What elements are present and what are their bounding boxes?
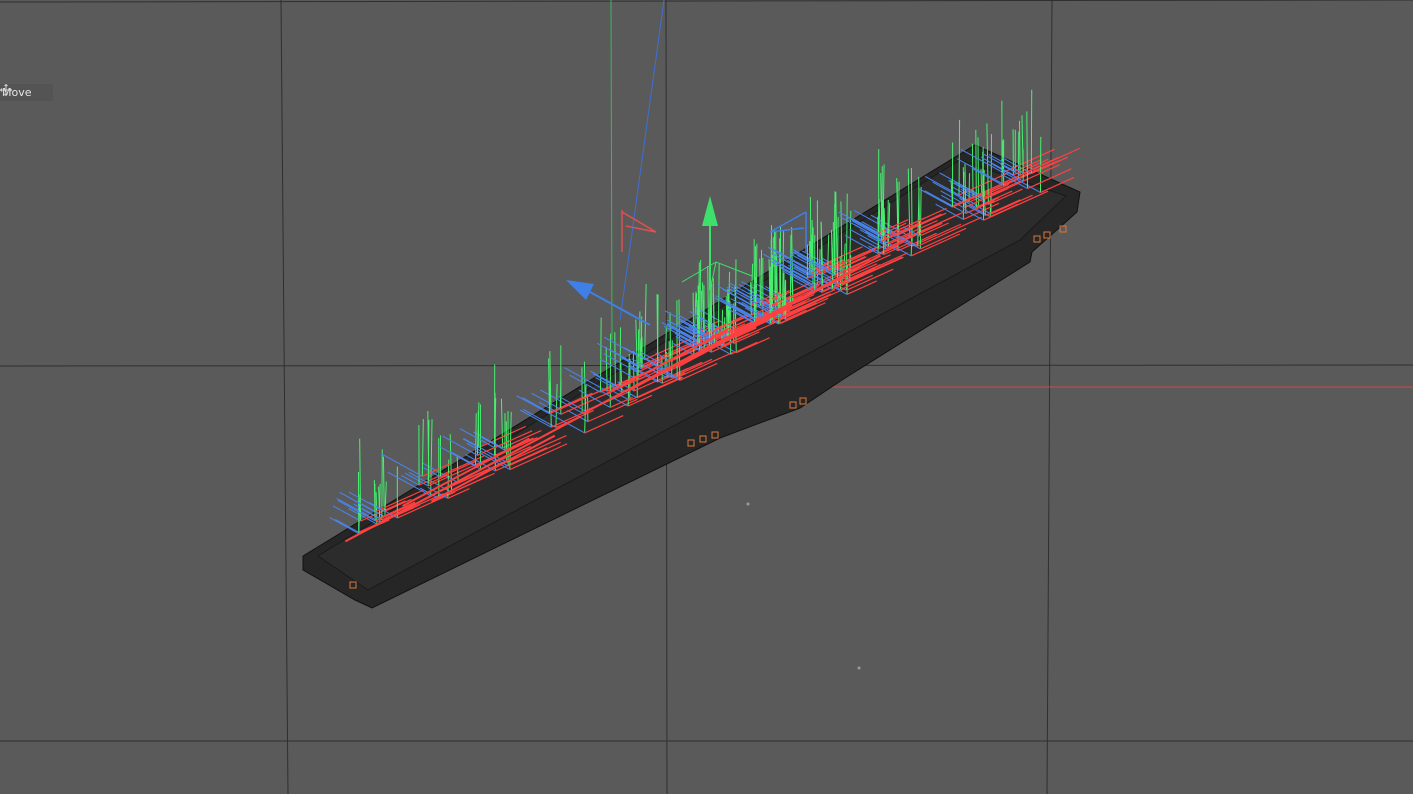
active-tool-indicator: Move — [0, 84, 53, 101]
move-icon — [0, 84, 50, 99]
y-handle-line — [958, 119, 961, 196]
z-handle-line — [462, 438, 480, 448]
world-z-axis — [619, 0, 665, 321]
y-handle-line — [1018, 120, 1021, 176]
y-handle-line — [421, 419, 424, 477]
grid-line — [280, 0, 289, 794]
y-handle-line — [819, 249, 821, 275]
gizmo-y-handle[interactable] — [702, 196, 718, 290]
viewport-dot — [857, 666, 861, 670]
viewport-dot — [746, 502, 750, 506]
z-handle-line — [339, 491, 376, 513]
world-y-axis — [610, 0, 613, 341]
y-handle-line — [971, 143, 974, 199]
y-handle-line — [382, 456, 385, 512]
y-handle-line — [1021, 115, 1024, 174]
y-handle-line — [811, 220, 814, 276]
x-handle-line — [1031, 156, 1068, 175]
z-handle-line — [381, 453, 423, 477]
y-handle-line — [882, 200, 885, 237]
gizmo-x-plane-flag[interactable] — [621, 210, 657, 252]
y-handle-line — [614, 332, 616, 387]
y-handle-line — [773, 228, 776, 305]
z-handle-line — [522, 397, 550, 413]
y-handle-line — [1026, 111, 1028, 189]
y-handle-line — [548, 380, 551, 414]
gizmo-z-handle[interactable] — [566, 280, 651, 326]
grid-line — [0, 0, 1413, 3]
viewport-scene[interactable] — [0, 0, 1413, 794]
z-handle-line — [332, 505, 361, 522]
y-handle-line — [637, 329, 640, 380]
grid-line — [1046, 0, 1053, 794]
3d-viewport[interactable]: Move — [0, 0, 1413, 794]
y-handle-line — [669, 312, 672, 362]
